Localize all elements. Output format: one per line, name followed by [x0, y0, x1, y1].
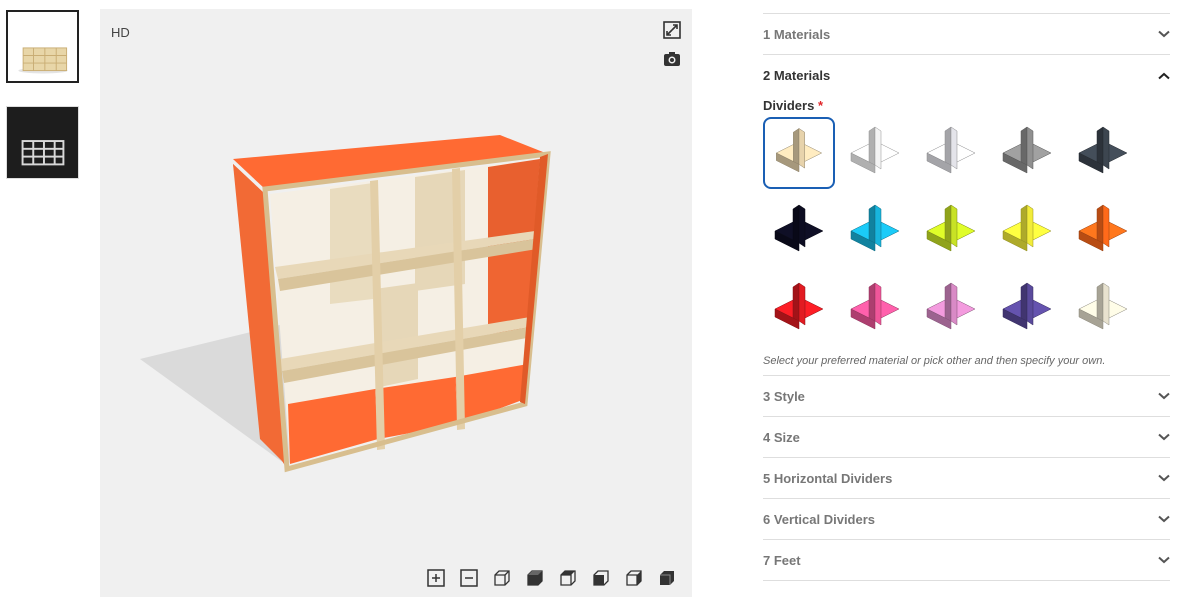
configurator-page: HD 1 Materials 2 Materials Dividers * Se… — [0, 0, 1200, 597]
configuration-panel: 1 Materials 2 Materials Dividers * Selec… — [763, 13, 1170, 597]
divider-swatch-shape — [850, 204, 900, 252]
section-7-feet[interactable]: 7 Feet — [763, 539, 1170, 580]
divider-swatch[interactable] — [839, 117, 911, 189]
zoom-in-icon[interactable] — [426, 568, 446, 588]
section-4-size[interactable]: 4 Size — [763, 416, 1170, 457]
section-title: 1 Materials — [763, 26, 831, 42]
section-5-horizontal-dividers[interactable]: 5 Horizontal Dividers — [763, 457, 1170, 498]
divider-swatch-grid — [763, 113, 1170, 353]
dividers-label: Dividers * — [763, 98, 1170, 113]
divider-swatch-shape — [850, 126, 900, 174]
divider-swatch-shape — [1002, 126, 1052, 174]
divider-swatch-shape — [1002, 282, 1052, 330]
divider-swatch-shape — [1078, 126, 1128, 174]
divider-swatch-shape — [1078, 282, 1128, 330]
chevron-down-icon — [1158, 556, 1170, 564]
view-iso-icon[interactable] — [525, 568, 545, 588]
thumbnail-shelf-dark-image — [7, 107, 78, 178]
thumbnail-light[interactable] — [6, 10, 79, 83]
view-front-icon[interactable] — [492, 568, 512, 588]
view-toolbar — [426, 568, 677, 588]
section-2-header[interactable]: 2 Materials — [763, 55, 1170, 96]
section-title: 7 Feet — [763, 552, 801, 568]
divider-swatch-shape — [926, 282, 976, 330]
chevron-up-icon — [1158, 72, 1170, 79]
chevron-down-icon — [1158, 30, 1170, 38]
section-3-style[interactable]: 3 Style — [763, 375, 1170, 416]
view-back-icon[interactable] — [624, 568, 644, 588]
divider-swatch[interactable] — [915, 195, 987, 267]
quality-label[interactable]: HD — [111, 25, 130, 40]
divider-swatch[interactable] — [763, 273, 835, 345]
divider-swatch-shape — [1078, 204, 1128, 252]
divider-swatch[interactable] — [763, 117, 835, 189]
required-mark: * — [817, 98, 823, 113]
divider-swatch[interactable] — [1067, 117, 1139, 189]
chevron-down-icon — [1158, 392, 1170, 400]
section-2-materials: 2 Materials Dividers * Select your prefe… — [763, 54, 1170, 370]
view-right-icon[interactable] — [591, 568, 611, 588]
thumbnail-dark[interactable] — [6, 106, 79, 179]
section-title: 5 Horizontal Dividers — [763, 470, 893, 486]
chevron-down-icon — [1158, 474, 1170, 482]
dividers-label-text: Dividers — [763, 98, 815, 113]
divider-swatch[interactable] — [1067, 195, 1139, 267]
section-8-partial — [763, 580, 1170, 597]
divider-swatch[interactable] — [763, 195, 835, 267]
divider-swatch[interactable] — [991, 117, 1063, 189]
section-title: 2 Materials — [763, 68, 831, 83]
divider-swatch-shape — [775, 128, 823, 173]
product-viewer[interactable]: HD — [100, 9, 692, 597]
divider-swatch[interactable] — [915, 273, 987, 345]
divider-swatch-shape — [926, 126, 976, 174]
section-1-materials[interactable]: 1 Materials — [763, 13, 1170, 54]
divider-swatch-shape — [926, 204, 976, 252]
material-hint: Select your preferred material or pick o… — [763, 355, 1106, 367]
divider-swatch-shape — [774, 204, 824, 252]
view-left-icon[interactable] — [558, 568, 578, 588]
section-title: 4 Size — [763, 429, 800, 445]
section-title: 3 Style — [763, 388, 805, 404]
divider-swatch-shape — [774, 282, 824, 330]
divider-swatch-shape — [850, 282, 900, 330]
shelf-3d-render[interactable] — [100, 9, 692, 597]
expand-icon[interactable] — [662, 20, 682, 40]
divider-swatch[interactable] — [991, 195, 1063, 267]
chevron-down-icon — [1158, 433, 1170, 441]
thumbnail-shelf-image — [8, 12, 77, 81]
camera-icon[interactable] — [662, 49, 682, 69]
zoom-out-icon[interactable] — [459, 568, 479, 588]
section-title: 6 Vertical Dividers — [763, 511, 876, 527]
divider-swatch[interactable] — [1067, 273, 1139, 345]
divider-swatch[interactable] — [839, 273, 911, 345]
divider-swatch-shape — [1002, 204, 1052, 252]
section-6-vertical-dividers[interactable]: 6 Vertical Dividers — [763, 498, 1170, 539]
divider-swatch[interactable] — [991, 273, 1063, 345]
divider-swatch[interactable] — [915, 117, 987, 189]
divider-swatch[interactable] — [839, 195, 911, 267]
chevron-down-icon — [1158, 515, 1170, 523]
view-top-icon[interactable] — [657, 568, 677, 588]
